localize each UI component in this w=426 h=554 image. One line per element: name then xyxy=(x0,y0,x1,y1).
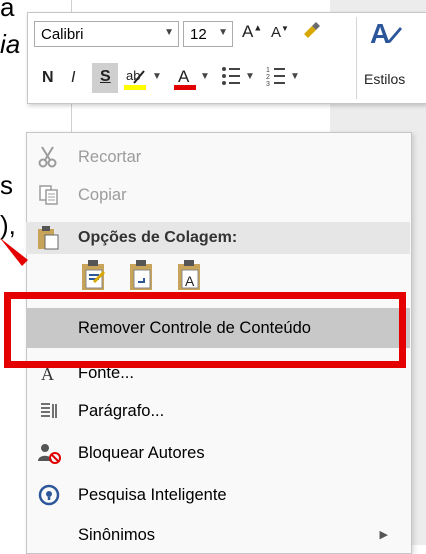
annotation-highlight-box xyxy=(4,292,406,368)
shrink-font-button[interactable]: A▼ xyxy=(271,24,289,41)
mini-toolbar: Calibri ▼ 12 ▼ A▲ A▼ A N I S ab ▼ A ▼ ▼ … xyxy=(27,12,426,104)
menu-item-cut[interactable]: Recortar xyxy=(26,138,410,176)
chevron-down-icon: ▼ xyxy=(218,27,228,38)
paste-options-header: Opções de Colagem: xyxy=(26,222,410,254)
paragraph-icon xyxy=(36,398,62,424)
document-text-line: s xyxy=(0,170,13,200)
chevron-down-icon[interactable]: ▼ xyxy=(290,71,300,82)
menu-item-label: Parágrafo... xyxy=(78,402,165,420)
menu-item-smart-lookup[interactable]: Pesquisa Inteligente xyxy=(26,476,410,514)
menu-item-label: Copiar xyxy=(78,186,127,204)
font-color-button[interactable]: A xyxy=(174,65,196,96)
menu-item-block-authors[interactable]: Bloquear Autores xyxy=(26,434,410,472)
menu-item-copy[interactable]: Copiar xyxy=(26,176,410,214)
chevron-down-icon[interactable]: ▼ xyxy=(245,71,255,82)
svg-text:A: A xyxy=(178,67,190,86)
document-text-line: a xyxy=(0,0,15,22)
annotation-arrow-icon xyxy=(0,238,28,266)
font-size-value: 12 xyxy=(190,26,207,43)
paste-text-only-icon: A xyxy=(178,260,200,290)
styles-label: Estilos xyxy=(364,71,406,87)
bullet-list-icon xyxy=(222,67,240,85)
font-name-combo[interactable]: Calibri ▼ xyxy=(34,21,179,47)
chevron-down-icon[interactable]: ▼ xyxy=(200,71,210,82)
format-painter-button[interactable] xyxy=(300,20,322,47)
font-size-combo[interactable]: 12 ▼ xyxy=(183,21,233,47)
paste-text-only-button[interactable]: A xyxy=(176,260,206,294)
menu-item-label: Sinônimos xyxy=(78,526,156,544)
svg-text:A: A xyxy=(370,18,390,49)
svg-text:A: A xyxy=(185,273,195,289)
menu-item-label: Recortar xyxy=(78,148,142,166)
paste-keep-source-icon xyxy=(82,260,106,290)
svg-text:ab: ab xyxy=(126,68,140,83)
numbering-button[interactable]: 123 xyxy=(266,65,286,92)
menu-item-paragraph[interactable]: Parágrafo... xyxy=(26,392,410,430)
menu-item-synonyms[interactable]: Sinônimos ▶ xyxy=(26,516,410,554)
highlight-color-button[interactable]: ab xyxy=(124,65,148,96)
chevron-down-icon[interactable]: ▼ xyxy=(152,71,162,82)
paste-keep-formatting-button[interactable] xyxy=(80,260,110,294)
paste-merge-formatting-button[interactable] xyxy=(128,260,158,294)
font-name-value: Calibri xyxy=(41,26,84,43)
font-color-icon: A xyxy=(174,67,196,90)
styles-button[interactable]: A xyxy=(368,15,404,56)
underline-button[interactable]: S xyxy=(92,63,118,93)
svg-text:1: 1 xyxy=(266,67,270,74)
bullets-button[interactable] xyxy=(221,65,241,92)
grow-font-icon: A▲ xyxy=(242,22,263,41)
styles-icon: A xyxy=(370,18,402,49)
grow-font-button[interactable]: A▲ xyxy=(242,22,262,42)
shrink-font-icon: A▼ xyxy=(271,24,289,41)
underline-label: S xyxy=(100,68,111,85)
chevron-down-icon: ▼ xyxy=(164,27,174,38)
menu-item-label: Bloquear Autores xyxy=(78,444,205,462)
italic-button[interactable]: I xyxy=(71,69,75,87)
smart-lookup-icon xyxy=(36,482,62,508)
document-text-line: ), xyxy=(0,210,16,240)
bold-button[interactable]: N xyxy=(42,69,54,87)
submenu-arrow-icon: ▶ xyxy=(379,529,388,541)
toolbar-separator xyxy=(356,17,357,99)
copy-icon xyxy=(36,182,62,208)
scissors-icon xyxy=(36,144,62,170)
numbered-list-icon: 123 xyxy=(266,67,285,88)
svg-text:2: 2 xyxy=(266,74,270,81)
document-text-line: ia xyxy=(0,29,21,59)
menu-item-label: Pesquisa Inteligente xyxy=(78,486,227,504)
svg-text:3: 3 xyxy=(266,81,270,87)
paste-merge-icon xyxy=(130,260,152,290)
paste-options-label: Opções de Colagem: xyxy=(78,229,238,246)
paste-icon xyxy=(36,225,60,256)
highlighter-icon: ab xyxy=(124,68,146,90)
format-painter-icon xyxy=(304,22,320,38)
block-authors-icon xyxy=(36,440,62,466)
